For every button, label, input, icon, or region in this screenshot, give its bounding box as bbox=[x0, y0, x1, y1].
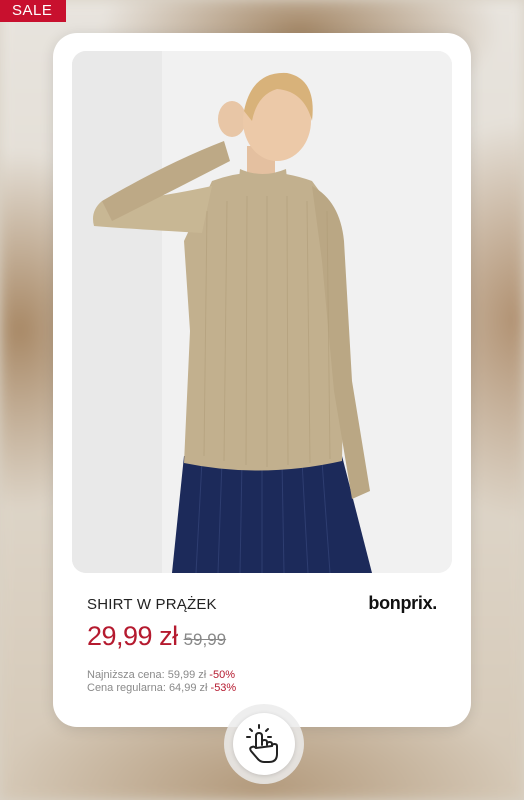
old-price: 59,99 bbox=[183, 630, 227, 649]
regular-price-discount: -53% bbox=[210, 682, 237, 694]
lowest-price-label: Najniższa cena: 59,99 zł bbox=[87, 669, 207, 681]
lowest-price-info: Najniższa cena: 59,99 zł -50% bbox=[87, 669, 235, 681]
product-title[interactable]: SHIRT W PRĄŻEK bbox=[87, 596, 217, 613]
tap-button-inner[interactable] bbox=[233, 713, 295, 775]
regular-price-label: Cena regularna: 64,99 zł bbox=[87, 682, 208, 694]
tap-button[interactable] bbox=[224, 704, 304, 784]
brand-logo: bonprix. bbox=[368, 593, 437, 613]
lowest-price-discount: -50% bbox=[209, 669, 235, 681]
current-price: 29,99 zł bbox=[87, 621, 178, 651]
tap-hand-icon bbox=[246, 724, 278, 763]
price-row: 29,99 zł 59,99 bbox=[87, 621, 226, 652]
product-image[interactable] bbox=[72, 51, 452, 573]
model-photo-illustration bbox=[72, 51, 452, 573]
product-card[interactable]: SHIRT W PRĄŻEK bonprix. 29,99 zł 59,99 N… bbox=[53, 33, 471, 727]
sale-badge: SALE bbox=[0, 0, 66, 22]
regular-price-info: Cena regularna: 64,99 zł -53% bbox=[87, 682, 236, 694]
